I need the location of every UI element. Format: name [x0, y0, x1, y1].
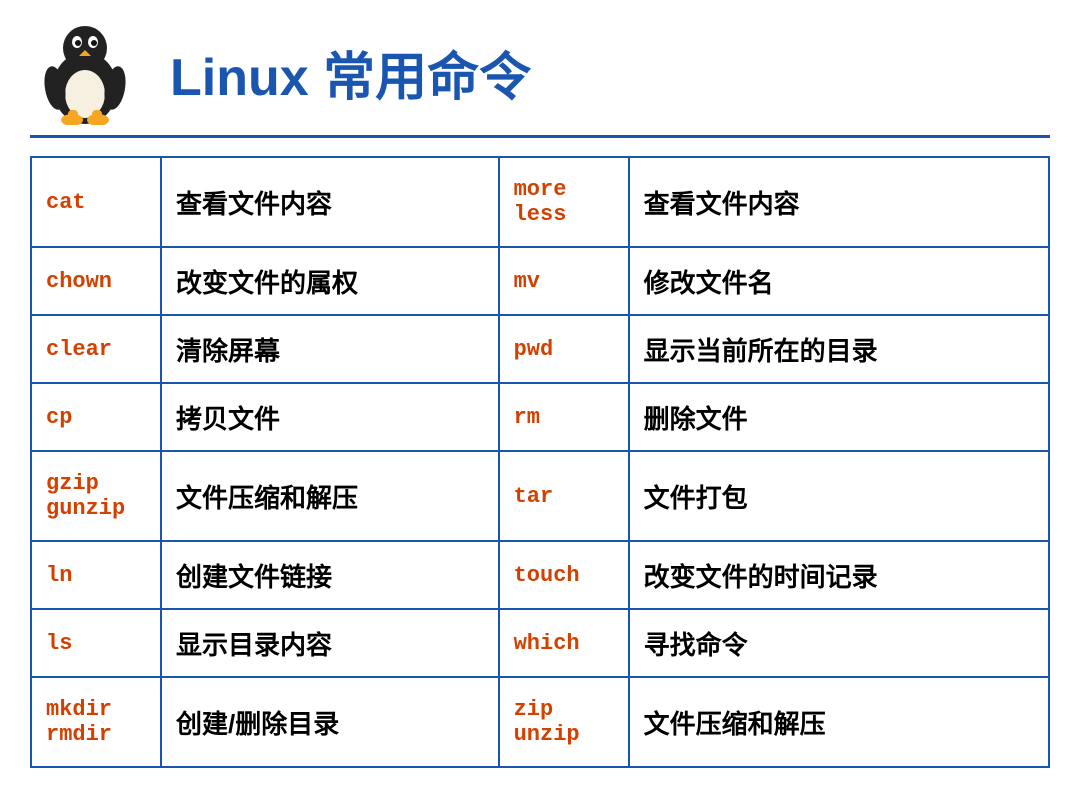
cmd-cell: more less	[499, 157, 629, 247]
desc-cell: 创建文件链接	[161, 541, 499, 609]
desc-cell: 文件压缩和解压	[629, 677, 1049, 767]
cmd-cell: touch	[499, 541, 629, 609]
cmd-cell: zip unzip	[499, 677, 629, 767]
desc-cell: 寻找命令	[629, 609, 1049, 677]
cmd-cell: gzip gunzip	[31, 451, 161, 541]
cmd-cell: cp	[31, 383, 161, 451]
desc-cell: 文件打包	[629, 451, 1049, 541]
cmd-cell: tar	[499, 451, 629, 541]
table-row: ls显示目录内容which寻找命令	[31, 609, 1049, 677]
cmd-cell: ls	[31, 609, 161, 677]
desc-cell: 查看文件内容	[161, 157, 499, 247]
cmd-cell: chown	[31, 247, 161, 315]
cmd-cell: rm	[499, 383, 629, 451]
header: Linux 常用命令	[30, 20, 1050, 138]
desc-cell: 改变文件的时间记录	[629, 541, 1049, 609]
tux-logo	[30, 20, 140, 125]
cmd-cell: clear	[31, 315, 161, 383]
desc-cell: 文件压缩和解压	[161, 451, 499, 541]
page-title: Linux 常用命令	[170, 35, 531, 110]
desc-cell: 显示目录内容	[161, 609, 499, 677]
desc-cell: 清除屏幕	[161, 315, 499, 383]
cmd-cell: ln	[31, 541, 161, 609]
page: Linux 常用命令 cat查看文件内容more less查看文件内容chown…	[0, 0, 1080, 810]
table-row: cp拷贝文件rm删除文件	[31, 383, 1049, 451]
cmd-cell: mv	[499, 247, 629, 315]
desc-cell: 拷贝文件	[161, 383, 499, 451]
desc-cell: 显示当前所在的目录	[629, 315, 1049, 383]
table-row: mkdir rmdir创建/删除目录zip unzip文件压缩和解压	[31, 677, 1049, 767]
cmd-cell: cat	[31, 157, 161, 247]
desc-cell: 查看文件内容	[629, 157, 1049, 247]
table-row: gzip gunzip文件压缩和解压tar文件打包	[31, 451, 1049, 541]
desc-cell: 改变文件的属权	[161, 247, 499, 315]
commands-table: cat查看文件内容more less查看文件内容chown改变文件的属权mv修改…	[30, 156, 1050, 768]
desc-cell: 修改文件名	[629, 247, 1049, 315]
table-row: cat查看文件内容more less查看文件内容	[31, 157, 1049, 247]
cmd-cell: mkdir rmdir	[31, 677, 161, 767]
table-row: ln创建文件链接touch改变文件的时间记录	[31, 541, 1049, 609]
desc-cell: 删除文件	[629, 383, 1049, 451]
table-row: chown改变文件的属权mv修改文件名	[31, 247, 1049, 315]
desc-cell: 创建/删除目录	[161, 677, 499, 767]
cmd-cell: which	[499, 609, 629, 677]
table-row: clear清除屏幕pwd显示当前所在的目录	[31, 315, 1049, 383]
cmd-cell: pwd	[499, 315, 629, 383]
